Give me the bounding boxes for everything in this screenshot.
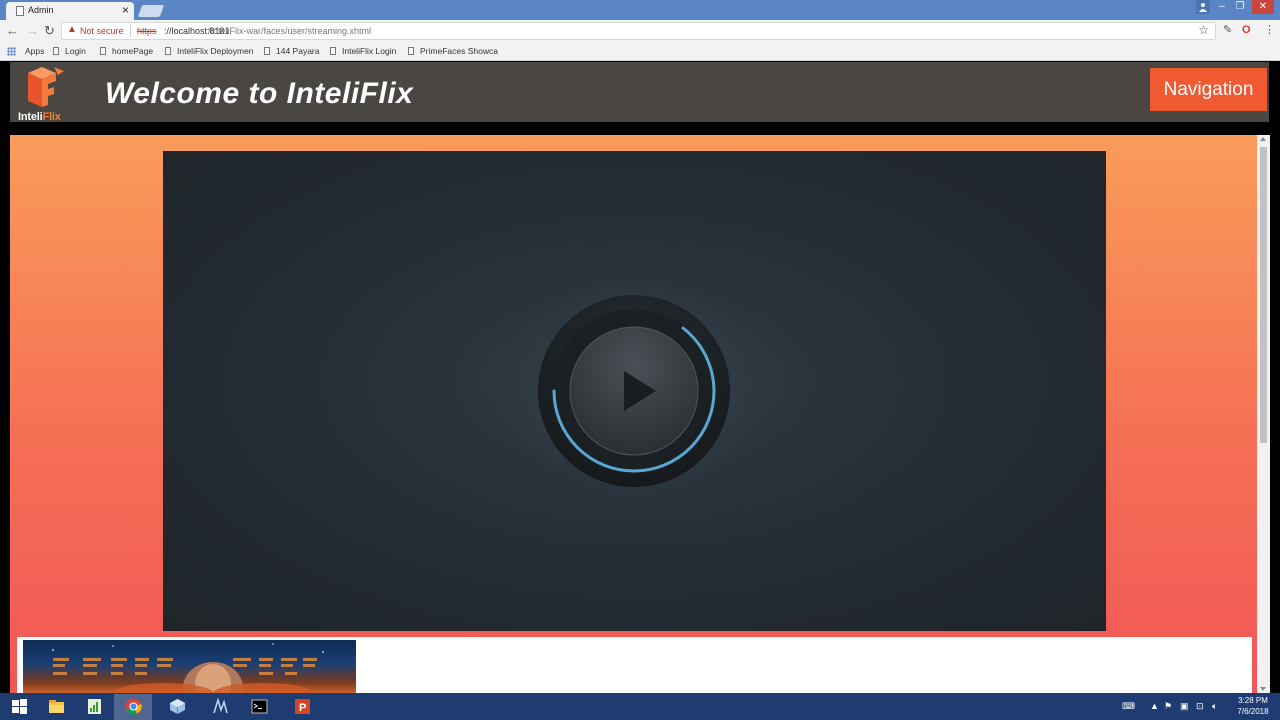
flag-icon[interactable]: ⚑ <box>1164 700 1172 712</box>
url-path: /InteliFlix-war/faces/user/streaming.xht… <box>208 26 372 36</box>
scroll-thumb[interactable] <box>1260 147 1267 443</box>
taskbar-terminal[interactable] <box>240 694 278 720</box>
clock[interactable]: 3:28 PM 7/6/2018 <box>1230 695 1276 717</box>
browser-tab[interactable]: Admin × <box>6 2 134 20</box>
bookmark-homepage[interactable]: homePage <box>100 46 153 56</box>
windows-taskbar: P ⌨ ▲ ⚑ ▣ ⊡ 🔈︎ 3:28 PM 7/6/2018 <box>0 693 1280 720</box>
tab-close-icon[interactable]: × <box>122 3 129 17</box>
taskbar-chrome[interactable] <box>114 694 152 720</box>
taskbar-file-explorer[interactable] <box>37 694 75 720</box>
extension-icon[interactable]: ✎ <box>1223 24 1232 36</box>
page-icon <box>165 47 171 55</box>
apps-grid-icon[interactable] <box>7 47 16 56</box>
opera-icon[interactable]: O <box>1242 24 1251 36</box>
keyboard-icon[interactable]: ⌨ <box>1122 700 1135 712</box>
page-icon <box>16 6 24 16</box>
back-icon[interactable]: ← <box>6 23 19 39</box>
svg-text:P: P <box>299 702 306 714</box>
file-explorer-icon <box>49 700 64 713</box>
page-scrollbar[interactable] <box>1257 135 1270 693</box>
content-area <box>10 135 1257 693</box>
start-button[interactable] <box>0 694 38 720</box>
movie-poster-thumbnail[interactable] <box>23 640 356 693</box>
url-scheme: https <box>137 26 157 36</box>
url-divider <box>130 25 131 37</box>
browser-title-bar: Admin × – ❐ ✕ <box>0 0 1280 20</box>
security-label[interactable]: Not secure <box>80 26 124 36</box>
video-player[interactable] <box>163 151 1106 631</box>
web-page: InteliFlix Welcome to InteliFlix Navigat… <box>0 62 1280 693</box>
profile-icon[interactable] <box>1196 0 1210 14</box>
taskbar-virtualbox[interactable] <box>158 694 196 720</box>
new-tab-button[interactable] <box>137 5 165 17</box>
page-icon <box>100 47 106 55</box>
page-icon <box>408 47 414 55</box>
show-hidden-icons-icon[interactable]: ▲ <box>1150 700 1159 712</box>
terminal-icon <box>251 699 268 714</box>
url-bar[interactable]: ▲ Not secure https ://localhost:8181 /In… <box>61 22 1216 40</box>
inteliflix-logo[interactable]: InteliFlix <box>14 67 70 123</box>
bookmarks-bar: Apps Login homePage InteliFlix Deploymen… <box>0 42 1280 61</box>
bookmark-inteliflix-login[interactable]: InteliFlix Login <box>330 46 396 56</box>
taskbar-powerpoint[interactable]: P <box>283 694 321 720</box>
menu-dots-icon[interactable]: ⋮ <box>1264 24 1275 36</box>
scroll-down-icon[interactable] <box>1260 687 1266 691</box>
taskbar-notepad[interactable] <box>75 694 113 720</box>
navigation-button[interactable]: Navigation <box>1150 68 1267 111</box>
close-window-icon[interactable]: ✕ <box>1252 0 1274 14</box>
clock-date: 7/6/2018 <box>1237 707 1269 716</box>
video-loading-overlay <box>484 241 784 541</box>
bookmark-apps[interactable]: Apps <box>25 46 44 56</box>
bookmark-star-icon[interactable]: ☆ <box>1198 23 1209 37</box>
netbeans-icon <box>213 698 228 714</box>
movie-list-panel <box>17 637 1252 693</box>
reload-icon[interactable]: ↻ <box>44 23 55 39</box>
clock-time: 3:28 PM <box>1238 696 1268 705</box>
page-icon <box>53 47 59 55</box>
bookmark-login[interactable]: Login <box>53 46 86 56</box>
logo-text: InteliFlix <box>18 111 61 123</box>
volume-icon[interactable]: 🔈︎ <box>1212 700 1217 712</box>
scroll-up-icon[interactable] <box>1260 137 1266 141</box>
address-toolbar: ← → ↻ ▲ Not secure https ://localhost:81… <box>0 20 1280 42</box>
action-center-icon[interactable]: ▣ <box>1180 700 1189 712</box>
page-title: Welcome to InteliFlix <box>105 77 414 110</box>
windows-start-icon <box>12 699 27 714</box>
taskbar-netbeans[interactable] <box>201 694 239 720</box>
poster-art <box>52 643 324 693</box>
notepad-icon <box>88 699 101 714</box>
maximize-icon[interactable]: ❐ <box>1232 0 1248 14</box>
tab-title: Admin <box>28 5 54 15</box>
bookmark-payara[interactable]: 144 Payara <box>264 46 319 56</box>
chrome-icon <box>125 698 142 715</box>
page-icon <box>264 47 270 55</box>
page-icon <box>330 47 336 55</box>
warning-icon: ▲ <box>67 24 77 35</box>
minimize-icon[interactable]: – <box>1214 0 1230 14</box>
powerpoint-icon: P <box>295 699 310 714</box>
bookmark-primefaces[interactable]: PrimeFaces Showca <box>408 46 498 56</box>
virtualbox-icon <box>170 699 185 714</box>
network-icon[interactable]: ⊡ <box>1196 700 1204 712</box>
bookmark-inteliflix-deployment[interactable]: InteliFlix Deploymen <box>165 46 254 56</box>
site-header: InteliFlix Welcome to InteliFlix Navigat… <box>10 62 1269 123</box>
logo-mark-icon <box>28 67 64 107</box>
forward-icon[interactable]: → <box>26 23 39 39</box>
